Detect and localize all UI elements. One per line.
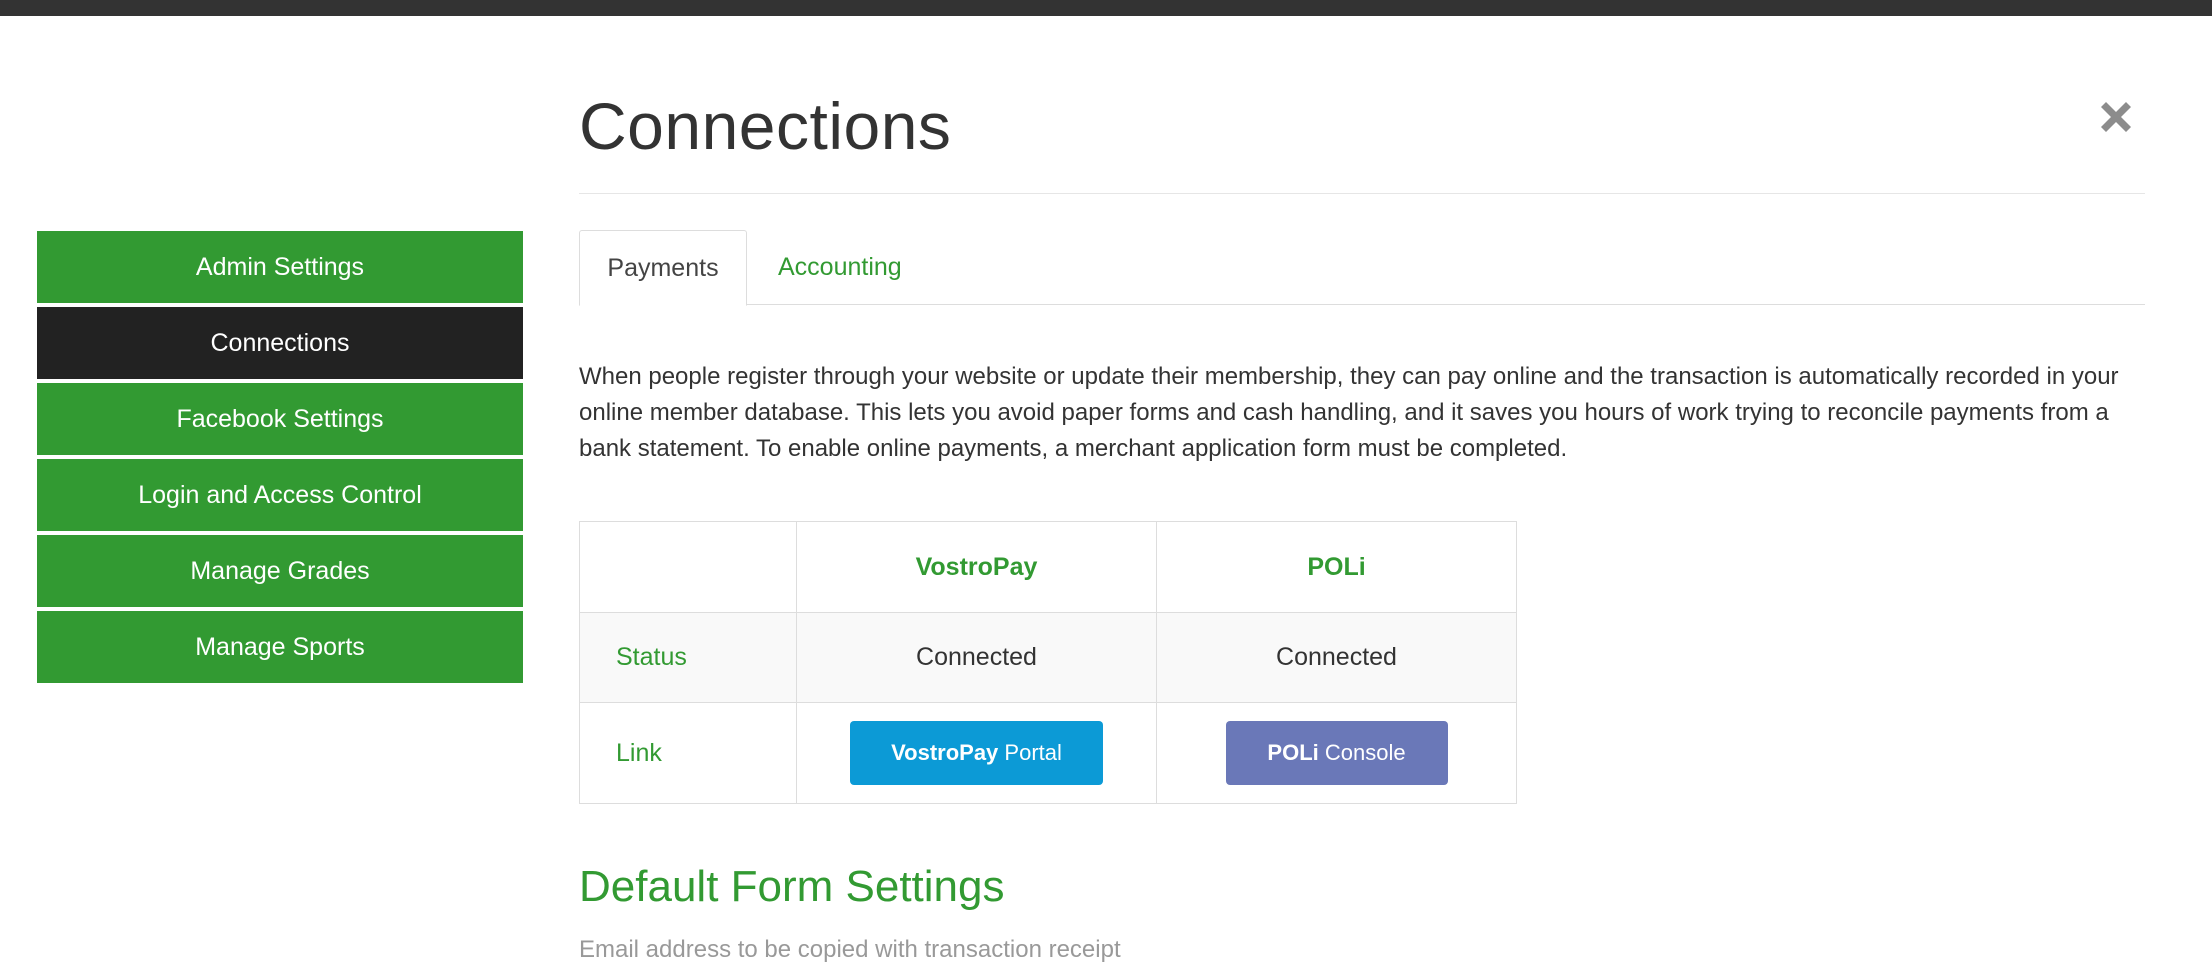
tab-bar: Payments Accounting bbox=[579, 230, 2145, 306]
close-icon[interactable] bbox=[2091, 92, 2141, 142]
payment-providers-table: VostroPay POLi Status Connected Connecte… bbox=[579, 521, 1517, 804]
vostropay-button-bold: VostroPay bbox=[891, 740, 999, 765]
sidebar-item-login-access-control[interactable]: Login and Access Control bbox=[37, 459, 523, 531]
status-label: Status bbox=[579, 612, 797, 703]
poli-console-button[interactable]: POLi Console bbox=[1225, 721, 1448, 785]
link-label: Link bbox=[579, 702, 797, 804]
poli-status: Connected bbox=[1156, 612, 1517, 703]
title-divider bbox=[579, 193, 2145, 194]
sidebar-item-admin-settings[interactable]: Admin Settings bbox=[37, 231, 523, 303]
table-header-empty bbox=[579, 521, 797, 613]
vostropay-button-rest: Portal bbox=[998, 740, 1062, 765]
header-vostropay: VostroPay bbox=[796, 521, 1157, 613]
vostropay-status: Connected bbox=[796, 612, 1157, 703]
settings-sidebar: Admin Settings Connections Facebook Sett… bbox=[37, 231, 523, 687]
tab-accounting[interactable]: Accounting bbox=[778, 230, 902, 305]
default-form-settings-title: Default Form Settings bbox=[579, 862, 1005, 911]
sidebar-item-manage-sports[interactable]: Manage Sports bbox=[37, 611, 523, 683]
payments-intro-text: When people register through your websit… bbox=[579, 363, 2119, 462]
top-bar bbox=[0, 0, 2212, 16]
poli-link-cell: POLi Console bbox=[1156, 702, 1517, 804]
table-row: Link VostroPay Portal POLi Console bbox=[579, 702, 1517, 804]
sidebar-item-manage-grades[interactable]: Manage Grades bbox=[37, 535, 523, 607]
table-row: Status Connected Connected bbox=[579, 612, 1517, 703]
header-poli: POLi bbox=[1156, 521, 1517, 613]
sidebar-item-facebook-settings[interactable]: Facebook Settings bbox=[37, 383, 523, 455]
vostropay-portal-button[interactable]: VostroPay Portal bbox=[850, 721, 1103, 785]
tab-payments[interactable]: Payments bbox=[579, 230, 747, 306]
page-title: Connections bbox=[579, 89, 952, 163]
sidebar-item-connections[interactable]: Connections bbox=[37, 307, 523, 379]
email-copy-label: Email address to be copied with transact… bbox=[579, 936, 1121, 963]
poli-button-rest: Console bbox=[1318, 740, 1406, 765]
vostropay-link-cell: VostroPay Portal bbox=[796, 702, 1157, 804]
table-header-row: VostroPay POLi bbox=[579, 521, 1517, 613]
poli-button-bold: POLi bbox=[1267, 740, 1319, 765]
